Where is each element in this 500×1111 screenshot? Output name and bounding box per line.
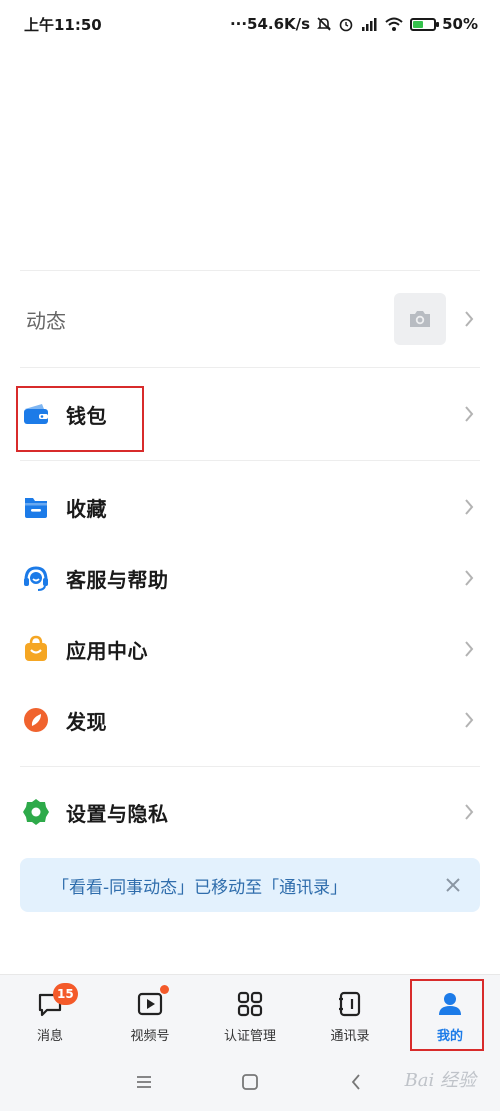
camera-icon[interactable]	[394, 293, 446, 345]
divider	[20, 460, 480, 461]
tab-messages[interactable]: 15 消息	[0, 975, 100, 1044]
chevron-right-icon	[462, 802, 476, 822]
contacts-icon	[335, 989, 365, 1019]
notification-dot	[160, 985, 169, 994]
battery-percent: 50%	[442, 15, 478, 33]
moments-label: 动态	[26, 308, 66, 333]
wifi-icon	[384, 16, 404, 32]
menu-label-support: 客服与帮助	[66, 567, 169, 592]
network-speed: ···54.6K/s	[229, 15, 311, 33]
close-icon[interactable]	[442, 874, 464, 896]
menu-item-app-center[interactable]: 应用中心	[0, 617, 500, 681]
shopping-bag-icon	[22, 635, 50, 663]
tab-label: 通讯录	[330, 1029, 370, 1044]
tab-label: 认证管理	[223, 1029, 276, 1044]
status-icons: ···54.6K/s 50%	[230, 15, 478, 33]
menu-icon[interactable]	[131, 1069, 157, 1095]
menu-label-settings: 设置与隐私	[66, 801, 169, 826]
chat-icon: 15	[35, 983, 78, 1019]
chevron-right-icon	[462, 404, 476, 424]
menu-item-settings[interactable]: 设置与隐私	[0, 780, 500, 844]
home-icon[interactable]	[237, 1069, 263, 1095]
menu-label-app-center: 应用中心	[66, 638, 148, 663]
wallet-highlight-box	[16, 386, 144, 452]
notice-banner[interactable]: 「看看-同事动态」已移动至「通讯录」	[20, 858, 480, 912]
hd-signal-icon	[360, 16, 378, 32]
menu-label-discover: 发现	[66, 709, 107, 734]
folder-icon	[22, 493, 50, 521]
divider	[20, 766, 480, 767]
status-time: 上午11:50	[24, 15, 102, 34]
tab-label: 消息	[36, 1029, 63, 1044]
battery-icon	[410, 17, 440, 31]
menu-label-favorites: 收藏	[66, 496, 107, 521]
profile-tab-highlight-box	[410, 979, 484, 1051]
tab-video[interactable]: 视频号	[100, 975, 200, 1044]
chevron-right-icon	[462, 710, 476, 730]
alarm-icon	[338, 16, 354, 32]
watermark-logo: Bai 经验	[404, 1070, 476, 1091]
moments-row[interactable]: 动态	[0, 272, 500, 366]
mute-icon	[316, 16, 332, 32]
chevron-right-icon	[462, 568, 476, 588]
headset-icon	[22, 564, 50, 592]
menu-item-favorites[interactable]: 收藏	[0, 475, 500, 539]
compass-icon	[22, 706, 50, 734]
menu-item-support[interactable]: 客服与帮助	[0, 546, 500, 610]
notice-text[interactable]: 「看看-同事动态」已移动至「通讯录」	[52, 873, 442, 898]
divider	[20, 270, 480, 271]
tab-certification[interactable]: 认证管理	[200, 975, 300, 1044]
video-icon	[135, 985, 169, 1019]
tab-contacts[interactable]: 通讯录	[300, 975, 400, 1044]
status-bar: 上午11:50 ···54.6K/s 50%	[0, 0, 500, 48]
divider	[20, 367, 480, 368]
gear-icon	[22, 798, 50, 826]
chevron-right-icon	[462, 639, 476, 659]
menu-item-discover[interactable]: 发现	[0, 688, 500, 752]
unread-badge: 15	[53, 983, 78, 1005]
tab-label: 视频号	[130, 1029, 170, 1044]
grid-icon	[235, 989, 265, 1019]
chevron-right-icon	[462, 309, 476, 329]
back-icon[interactable]	[343, 1069, 369, 1095]
chevron-right-icon	[462, 497, 476, 517]
